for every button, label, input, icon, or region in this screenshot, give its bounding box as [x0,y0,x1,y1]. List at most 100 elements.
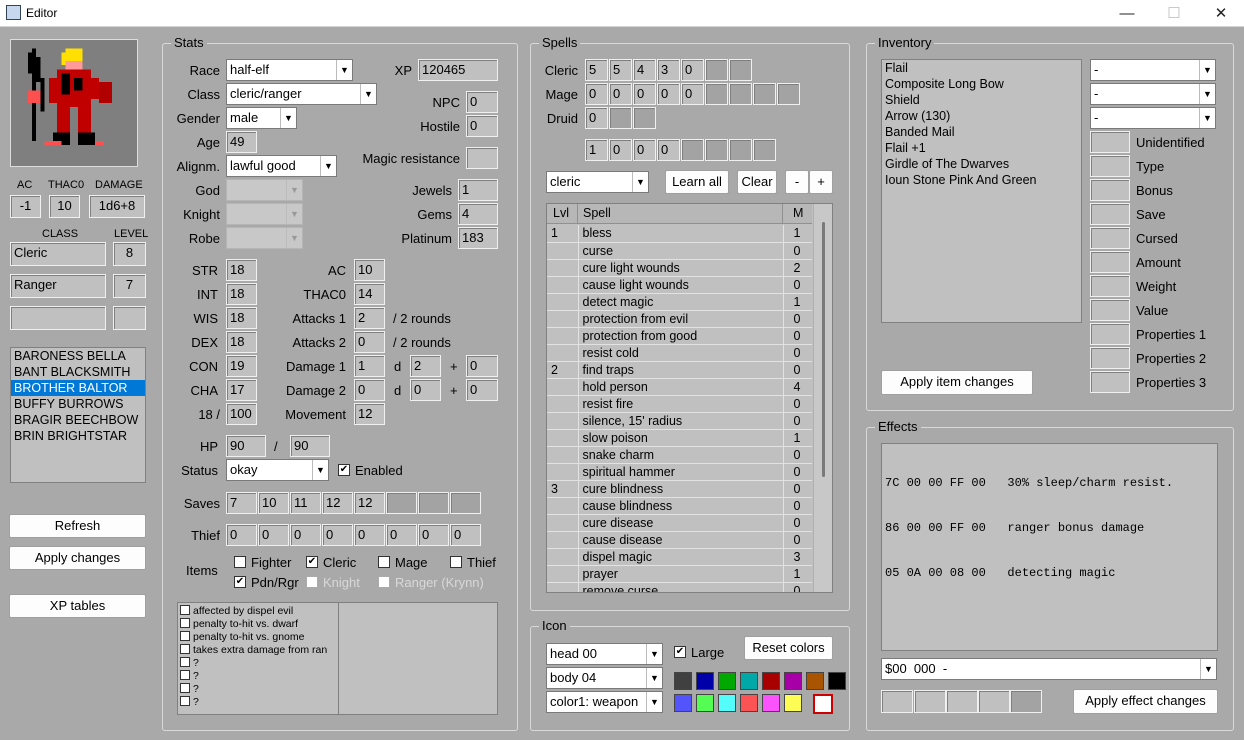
thief-skill-field[interactable]: 0 [450,524,481,546]
spell-row[interactable]: 2 find traps 0 [547,361,812,379]
list-item[interactable]: BARONESS BELLA [11,348,145,364]
item-slot-select-2[interactable]: - ▼ [1090,83,1216,105]
color-swatch[interactable] [740,672,758,690]
item-property-field[interactable] [1090,347,1130,369]
spell-row[interactable]: slow poison 1 [547,429,812,447]
exceptional-str-field[interactable]: 100 [226,403,257,425]
color-swatch[interactable] [674,672,692,690]
attacks1-field[interactable]: 2 [354,307,385,329]
color-swatch[interactable] [696,694,714,712]
cleric-slot-field[interactable]: 0 [681,59,704,81]
inventory-item[interactable]: Arrow (130) [882,108,1081,124]
extra-slot-field[interactable] [705,139,728,161]
extra-slot-field[interactable] [681,139,704,161]
hostile-field[interactable]: 0 [466,115,498,137]
spell-row[interactable]: prayer 1 [547,565,812,583]
save-field[interactable]: 7 [226,492,257,514]
spell-row[interactable]: snake charm 0 [547,446,812,464]
effect-byte-field[interactable] [978,690,1010,713]
spell-row[interactable]: resist fire 0 [547,395,812,413]
thief-skill-field[interactable]: 0 [354,524,385,546]
list-item[interactable]: BUFFY BURROWS [11,396,145,412]
cleric-slot-field[interactable] [729,59,752,81]
cleric-slot-field[interactable]: 4 [633,59,656,81]
effect-byte-field[interactable] [881,690,913,713]
mage-slot-field[interactable] [705,83,728,105]
thief-skill-field[interactable]: 0 [258,524,289,546]
extra-slot-field[interactable]: 0 [633,139,656,161]
xp-tables-button[interactable]: XP tables [9,594,146,618]
jewels-field[interactable]: 1 [458,179,498,201]
item-property-field[interactable] [1090,323,1130,345]
large-checkbox[interactable]: ✔ [674,646,686,658]
spell-rows[interactable]: 1 bless 1 curse 0 cure light wounds 2 cause lig… [547,225,812,592]
spell-row[interactable]: cure disease 0 [547,514,812,532]
spell-row[interactable]: cure light wounds 2 [547,259,812,277]
flag-checkbox[interactable] [180,618,190,628]
minimize-button[interactable]: — [1104,0,1150,27]
flag-checkbox[interactable] [180,631,190,641]
thief-skill-field[interactable]: 0 [322,524,353,546]
con-field[interactable]: 19 [226,355,257,377]
color-swatch[interactable] [718,672,736,690]
spell-row[interactable]: cause light wounds 0 [547,276,812,294]
character-list[interactable]: BARONESS BELLA BANT BLACKSMITH BROTHER B… [10,347,146,483]
druid-slot-field[interactable]: 0 [585,107,608,129]
item-slot-select-3[interactable]: - ▼ [1090,107,1216,129]
save-field[interactable]: 12 [322,492,353,514]
color-swatch[interactable] [762,694,780,712]
mage-slot-field[interactable]: 0 [585,83,608,105]
flag-item[interactable]: ? [180,657,338,670]
spell-row[interactable]: 3 cure blindness 0 [547,480,812,498]
extra-slot-field[interactable]: 1 [585,139,608,161]
thief-skill-field[interactable]: 0 [290,524,321,546]
race-select[interactable]: half-elf ▼ [226,59,353,81]
druid-slot-field[interactable] [609,107,632,129]
cleric-slot-field[interactable]: 3 [657,59,680,81]
inventory-item[interactable]: Shield [882,92,1081,108]
knight-select[interactable]: ▼ [226,203,303,225]
item-property-field[interactable] [1090,203,1130,225]
item-property-field[interactable] [1090,131,1130,153]
flag-item[interactable]: ? [180,696,338,709]
god-select[interactable]: ▼ [226,179,303,201]
save-field[interactable] [386,492,417,514]
list-item[interactable]: BRIN BRIGHTSTAR [11,428,145,444]
flag-checkbox[interactable] [180,670,190,680]
item-property-field[interactable] [1090,371,1130,393]
inventory-item[interactable]: Girdle of The Dwarves [882,156,1081,172]
item-property-field[interactable] [1090,179,1130,201]
apply-changes-button[interactable]: Apply changes [9,546,146,570]
damage1-die-field[interactable]: 2 [410,355,441,377]
color-swatch[interactable] [828,672,846,690]
color-swatch[interactable] [784,694,802,712]
list-item[interactable]: BRAGIR BEECHBOW [11,412,145,428]
flag-item[interactable]: ? [180,670,338,683]
spell-row[interactable]: protection from evil 0 [547,310,812,328]
spell-row[interactable]: curse 0 [547,242,812,260]
color-swatch[interactable] [674,694,692,712]
item-property-field[interactable] [1090,275,1130,297]
flag-checkbox[interactable] [180,683,190,693]
inventory-item[interactable]: Flail [882,60,1081,76]
mage-slot-field[interactable]: 0 [609,83,632,105]
scrollbar-thumb[interactable] [822,222,825,477]
flag-checkbox[interactable] [180,696,190,706]
cleric-slot-field[interactable]: 5 [585,59,608,81]
paladin-ranger-items-checkbox[interactable]: ✔ [234,576,246,588]
maximize-button[interactable]: ☐ [1151,0,1197,27]
plus-button[interactable]: + [809,170,833,194]
flag-item[interactable]: affected by dispel evil [180,605,338,618]
color-swatch[interactable] [718,694,736,712]
movement-field[interactable]: 12 [354,403,385,425]
enabled-checkbox[interactable]: ✔ [338,464,350,476]
item-property-field[interactable] [1090,251,1130,273]
druid-slot-field[interactable] [633,107,656,129]
damage2-count-field[interactable]: 0 [354,379,385,401]
effect-byte-field[interactable] [1010,690,1042,713]
mage-slot-field[interactable] [777,83,800,105]
xp-field[interactable]: 120465 [418,59,498,81]
mage-slot-field[interactable]: 0 [657,83,680,105]
item-property-field[interactable] [1090,299,1130,321]
flag-checkbox[interactable] [180,657,190,667]
